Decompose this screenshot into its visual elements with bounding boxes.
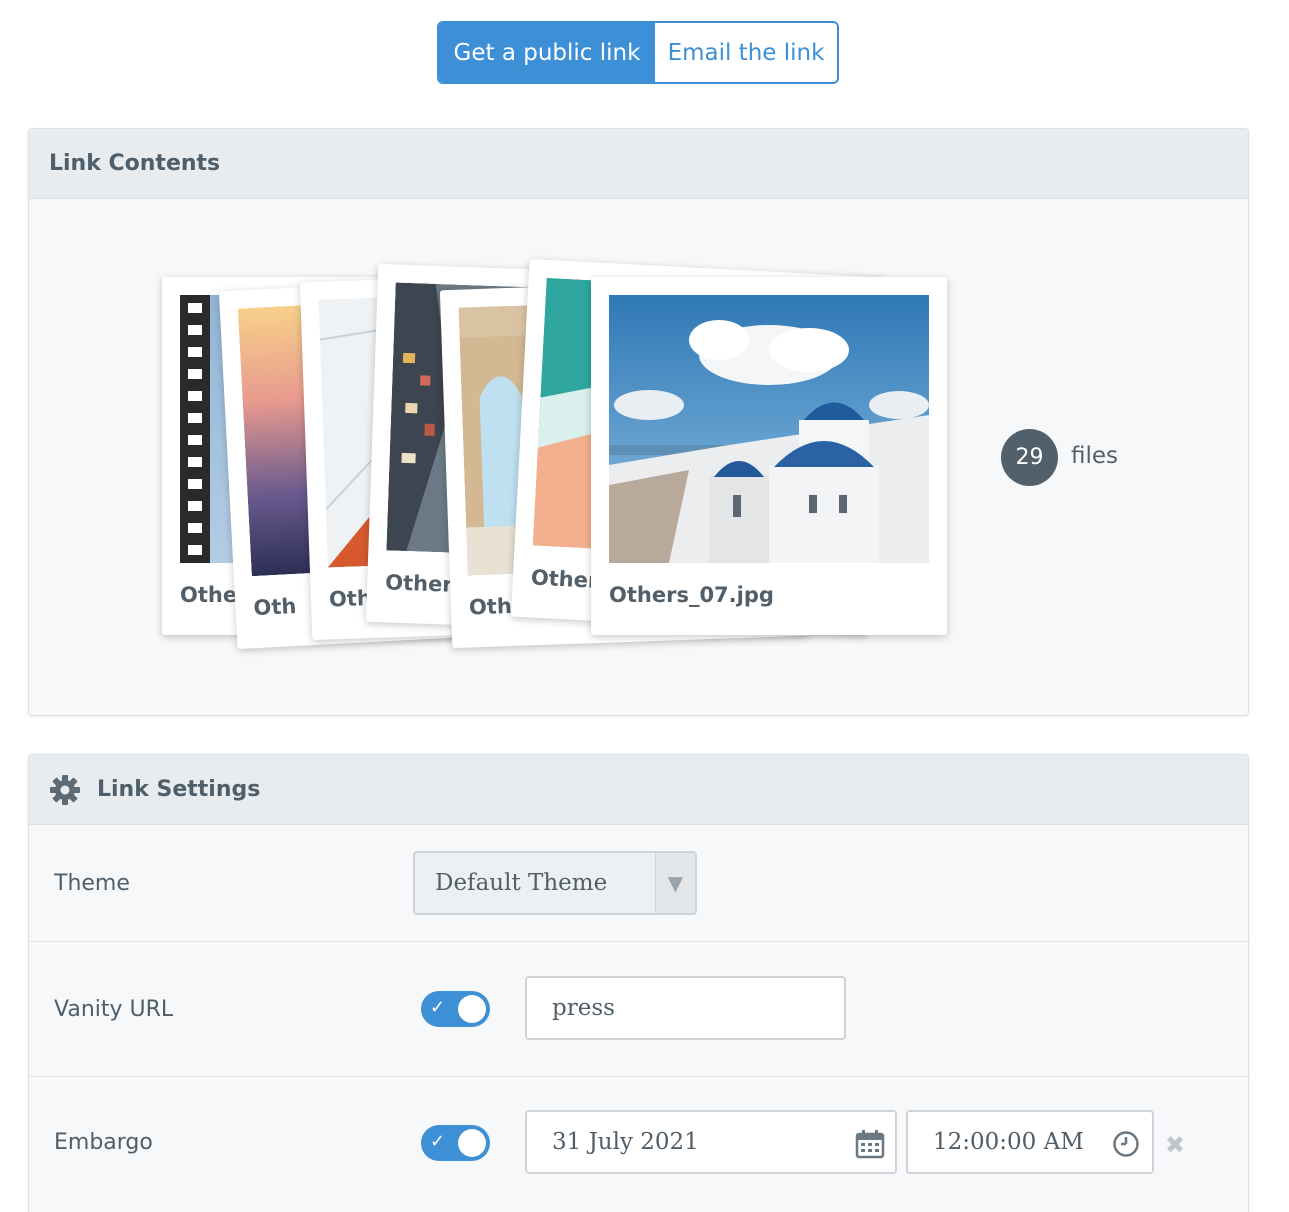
vanity-url-input[interactable]: press	[525, 976, 846, 1040]
toggle-knob	[458, 995, 486, 1023]
embargo-row: Embargo ✓ 31 July 2021 12:00:00 AM ✖	[29, 1077, 1250, 1212]
link-settings-title: Link Settings	[97, 777, 261, 802]
file-caption: Oth	[468, 594, 513, 620]
tab-email-link[interactable]: Email the link	[655, 23, 837, 82]
file-thumbnail	[609, 295, 929, 563]
check-icon: ✓	[430, 1131, 446, 1152]
chevron-down-icon[interactable]: ▼	[655, 853, 695, 913]
link-settings-panel: Link Settings Theme Default Theme ▼ Vani…	[28, 754, 1250, 1212]
embargo-time-value: 12:00:00 AM	[933, 1129, 1083, 1155]
calendar-icon[interactable]	[855, 1129, 885, 1165]
file-caption: Oth	[252, 593, 297, 621]
embargo-date-value: 31 July 2021	[552, 1129, 699, 1155]
vanity-url-row: Vanity URL ✓ press	[29, 942, 1250, 1077]
link-contents-title: Link Contents	[49, 151, 221, 176]
embargo-label: Embargo	[54, 1130, 153, 1155]
theme-select[interactable]: Default Theme ▼	[413, 851, 697, 915]
tab-public-link[interactable]: Get a public link	[439, 23, 655, 82]
vanity-url-toggle[interactable]: ✓	[421, 991, 490, 1027]
file-card-active[interactable]: Others_07.jpg	[591, 277, 947, 635]
toggle-knob	[458, 1129, 486, 1157]
vanity-url-value: press	[552, 995, 615, 1021]
theme-row: Theme Default Theme ▼	[29, 825, 1250, 942]
embargo-date-input[interactable]: 31 July 2021	[525, 1110, 897, 1174]
vanity-url-label: Vanity URL	[54, 997, 174, 1022]
embargo-toggle[interactable]: ✓	[421, 1125, 490, 1161]
share-mode-tabs: Get a public link Email the link	[437, 21, 839, 84]
file-caption: Others_07.jpg	[609, 583, 774, 607]
check-icon: ✓	[430, 997, 446, 1018]
link-contents-header: Link Contents	[29, 129, 1248, 199]
link-settings-header: Link Settings	[29, 755, 1248, 825]
close-icon[interactable]: ✖	[1165, 1131, 1185, 1159]
file-count-badge: 29	[1001, 429, 1058, 486]
gear-icon	[49, 774, 81, 806]
theme-select-value: Default Theme	[435, 870, 608, 896]
theme-label: Theme	[54, 871, 130, 896]
embargo-time-input[interactable]: 12:00:00 AM	[906, 1110, 1154, 1174]
clock-icon[interactable]	[1112, 1130, 1140, 1164]
file-count-label: files	[1071, 443, 1119, 469]
